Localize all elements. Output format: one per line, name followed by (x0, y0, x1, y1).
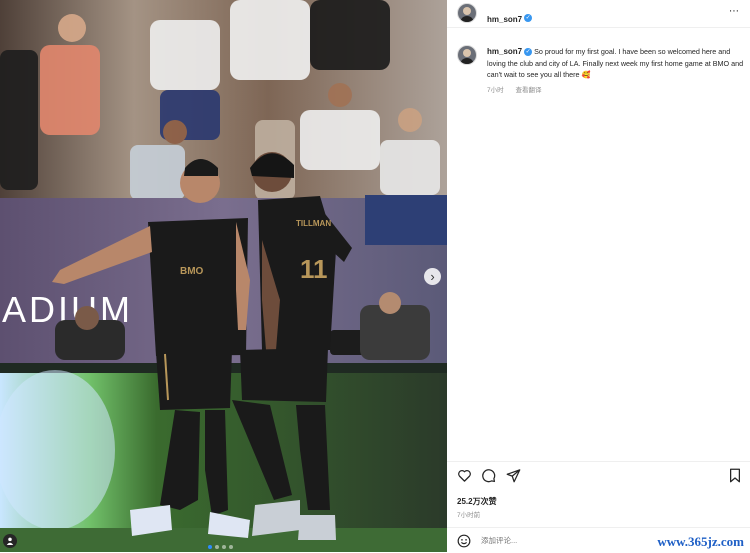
header-user: hm_son7 ✓ (487, 9, 533, 27)
caption-meta: 7小时 查看翻译 (487, 84, 551, 94)
tagged-users-button[interactable] (3, 534, 17, 548)
header-username[interactable]: hm_son7 (487, 15, 522, 24)
comment-input[interactable] (481, 536, 611, 545)
more-options-icon[interactable]: ⋯ (729, 6, 740, 17)
post-actions (447, 468, 750, 490)
verified-icon: ✓ (524, 13, 533, 22)
bookmark-icon[interactable] (728, 468, 742, 483)
post-media[interactable]: ADIUM BMO TILLMAN 11 › (0, 0, 447, 552)
comment-bar: www.365jz.com (447, 527, 750, 553)
player-number: 11 (300, 254, 328, 284)
caption-username[interactable]: hm_son7 (487, 47, 522, 56)
share-icon[interactable] (506, 468, 521, 483)
carousel-dots (208, 545, 233, 549)
carousel-dot (215, 545, 219, 549)
emoji-icon[interactable] (457, 534, 471, 548)
post-header: hm_son7 ✓ ⋯ (447, 0, 750, 28)
sponsor-text: BMO (180, 266, 204, 277)
see-translation-link[interactable]: 查看翻译 (515, 87, 541, 94)
post-panel: hm_son7 ✓ ⋯ hm_son7 ✓ So proud for my firs… (447, 0, 750, 552)
carousel-dot (222, 545, 226, 549)
carousel-dot (208, 545, 212, 549)
verified-icon: ✓ (524, 48, 533, 57)
likes-count[interactable]: 25.2万次赞 (457, 496, 497, 507)
next-slide-button[interactable]: › (424, 268, 441, 285)
avatar[interactable] (457, 3, 477, 23)
heart-icon[interactable] (457, 468, 472, 483)
post-time: 7小时前 (457, 512, 481, 519)
chevron-right-icon: › (430, 269, 435, 284)
caption: hm_son7 ✓ So proud for my first goal. I h… (487, 46, 745, 81)
photographer-right (360, 305, 430, 360)
comment-icon[interactable] (481, 468, 496, 483)
caption-avatar[interactable] (457, 45, 477, 65)
divider (447, 461, 750, 462)
caption-time: 7小时 (487, 87, 504, 94)
user-icon (6, 537, 14, 545)
player-name: TILLMAN (296, 219, 331, 228)
watermark: www.365jz.com (657, 534, 744, 549)
carousel-dot (229, 545, 233, 549)
match-photo: ADIUM BMO TILLMAN 11 (0, 0, 447, 552)
